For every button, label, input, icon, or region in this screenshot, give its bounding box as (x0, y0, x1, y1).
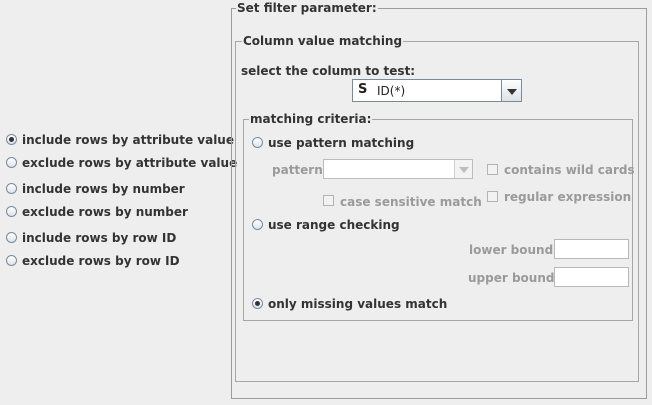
chevron-down-icon (506, 88, 517, 95)
radio-label[interactable]: include rows by number (22, 182, 185, 196)
radio-label[interactable]: exclude rows by number (22, 205, 188, 219)
radio-missing-values[interactable] (252, 298, 263, 309)
filter-parameter-title: Set filter parameter: (236, 1, 378, 15)
radio-label[interactable]: include rows by attribute value (22, 133, 234, 147)
regular-expression-checkbox[interactable] (487, 191, 498, 202)
radio-label[interactable]: exclude rows by attribute value (22, 156, 237, 170)
column-value-matching-title: Column value matching (242, 34, 404, 48)
lower-bound-label: lower bound: (469, 243, 558, 257)
range-checking-label[interactable]: use range checking (268, 218, 400, 232)
radio-include-by-number[interactable] (6, 183, 17, 194)
matching-criteria-title: matching criteria: (249, 112, 373, 126)
radio-label[interactable]: include rows by row ID (22, 231, 176, 245)
radio-label[interactable]: exclude rows by row ID (22, 254, 180, 268)
chevron-down-icon (458, 167, 469, 173)
pattern-input[interactable] (323, 159, 473, 179)
case-sensitive-label[interactable]: case sensitive match (340, 195, 482, 209)
radio-include-by-row-id[interactable] (6, 232, 17, 243)
missing-values-label[interactable]: only missing values match (268, 297, 447, 311)
pattern-label: pattern: (272, 163, 328, 177)
select-column-label: select the column to test: (241, 64, 416, 78)
column-select[interactable]: S ID(*) (352, 79, 522, 102)
radio-exclude-by-attribute[interactable] (6, 157, 17, 168)
radio-exclude-by-number[interactable] (6, 206, 17, 217)
contains-wildcards-label[interactable]: contains wild cards (504, 163, 635, 177)
radio-pattern-matching[interactable] (252, 137, 263, 148)
regular-expression-label[interactable]: regular expression (504, 190, 631, 204)
string-type-icon: S (358, 82, 368, 97)
column-select-value: ID(*) (377, 84, 406, 98)
filter-dialog: { "mode_options": [ {"label": "include r… (0, 0, 652, 405)
radio-exclude-by-row-id[interactable] (6, 255, 17, 266)
radio-include-by-attribute[interactable] (6, 134, 17, 145)
radio-range-checking[interactable] (252, 219, 263, 230)
column-select-button[interactable] (501, 80, 521, 101)
case-sensitive-checkbox[interactable] (323, 195, 334, 206)
pattern-dropdown-button[interactable] (454, 160, 472, 178)
upper-bound-label: upper bound: (468, 271, 560, 285)
lower-bound-input[interactable] (554, 239, 629, 259)
upper-bound-input[interactable] (554, 267, 629, 287)
contains-wildcards-checkbox[interactable] (487, 164, 498, 175)
pattern-matching-label[interactable]: use pattern matching (268, 136, 414, 150)
